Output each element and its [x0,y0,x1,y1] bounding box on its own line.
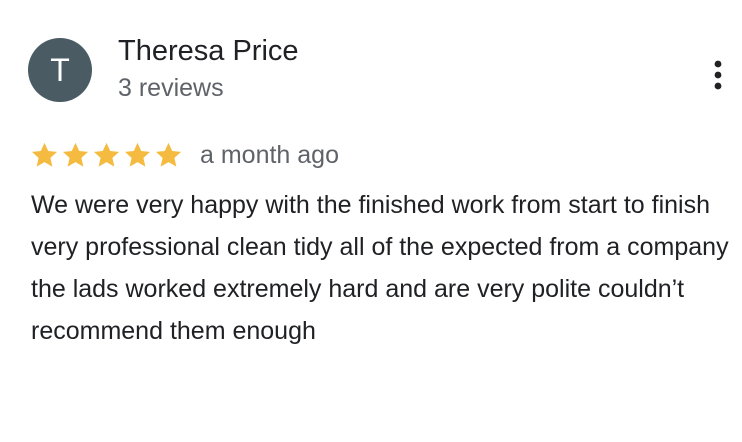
star-icon [124,142,151,167]
avatar[interactable]: T [28,38,92,102]
star-icon [155,142,182,167]
star-icon [31,142,58,167]
more-vert-icon [714,60,722,90]
rating-row: a month ago [30,138,339,172]
avatar-initial: T [50,52,70,88]
review-count: 3 reviews [118,74,224,102]
star-icon [62,142,89,167]
review-card: T Theresa Price 3 reviews a month ago We… [0,0,742,442]
more-options-button[interactable] [708,58,728,92]
review-date: a month ago [200,141,339,169]
reviewer-name[interactable]: Theresa Price [118,33,299,69]
star-icon [93,142,120,167]
star-rating [30,141,185,170]
review-text: We were very happy with the finished wor… [31,191,729,345]
